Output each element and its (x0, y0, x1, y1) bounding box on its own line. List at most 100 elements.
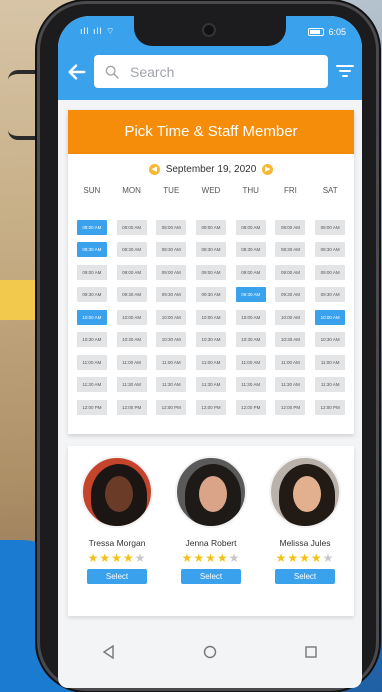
time-slot[interactable]: 08:30 AM (156, 242, 187, 258)
time-slot[interactable]: 09:00 AM (76, 264, 107, 280)
time-slot[interactable]: 10:00 AM (235, 309, 266, 325)
time-slot[interactable]: 08:00 AM (196, 219, 227, 235)
time-slot-cell: 11:00 AM (271, 354, 311, 370)
time-slot-cell: 11:30 AM (191, 377, 231, 393)
time-slot[interactable]: 11:30 AM (275, 377, 306, 393)
time-slot-cell: 08:30 AM (72, 242, 112, 258)
time-slot[interactable]: 11:30 AM (156, 377, 187, 393)
time-slot[interactable]: 10:00 AM (196, 309, 227, 325)
time-slot-cell: 08:30 AM (151, 242, 191, 258)
time-slot[interactable]: 10:00 AM (275, 309, 306, 325)
time-slot[interactable]: 10:30 AM (235, 332, 266, 348)
search-input[interactable]: Search (94, 55, 328, 88)
select-staff-button[interactable]: Select (275, 569, 335, 584)
time-slot[interactable]: 11:00 AM (196, 354, 227, 370)
time-slot[interactable]: 11:30 AM (315, 377, 346, 393)
time-slot[interactable]: 11:30 AM (116, 377, 147, 393)
time-slot[interactable]: 09:00 AM (235, 264, 266, 280)
time-slot[interactable]: 12:00 PM (196, 399, 227, 415)
avatar[interactable] (81, 456, 153, 528)
time-slot[interactable]: 10:00 AM (315, 309, 346, 325)
nav-back-icon[interactable] (99, 642, 119, 662)
time-slot[interactable]: 11:00 AM (235, 354, 266, 370)
time-slot[interactable]: 12:00 PM (76, 399, 107, 415)
back-arrow-icon[interactable] (66, 61, 88, 83)
weekday-label: THU (242, 186, 259, 195)
time-slot[interactable]: 10:30 AM (196, 332, 227, 348)
time-slot[interactable]: 09:00 AM (275, 264, 306, 280)
time-slot-cell: 12:00 PM (151, 399, 191, 415)
search-placeholder: Search (130, 63, 175, 80)
time-slot[interactable]: 10:30 AM (156, 332, 187, 348)
time-slot[interactable]: 08:30 AM (235, 242, 266, 258)
time-slot-cell: 10:00 AM (191, 309, 231, 325)
time-slot[interactable]: 12:00 PM (235, 399, 266, 415)
time-slot[interactable]: 09:30 AM (116, 287, 147, 303)
time-slot[interactable]: 10:00 AM (116, 309, 147, 325)
time-slot[interactable]: 08:30 AM (315, 242, 346, 258)
rating-stars: ★★★★★ (166, 551, 256, 565)
avatar-face (293, 476, 321, 512)
time-slot[interactable]: 11:30 AM (196, 377, 227, 393)
time-slot[interactable]: 08:00 AM (315, 219, 346, 235)
staff-member: Jenna Robert ★★★★★ Select (166, 456, 256, 584)
nav-recents-icon[interactable] (301, 642, 321, 662)
time-slot[interactable]: 10:00 AM (76, 309, 107, 325)
time-slot[interactable]: 10:00 AM (156, 309, 187, 325)
time-slot[interactable]: 08:30 AM (196, 242, 227, 258)
time-slot[interactable]: 10:30 AM (116, 332, 147, 348)
time-slot-cell: 09:30 AM (271, 287, 311, 303)
prev-date-button[interactable]: ◀ (148, 163, 160, 175)
filter-icon[interactable] (336, 64, 354, 78)
select-staff-button[interactable]: Select (181, 569, 241, 584)
time-slot[interactable]: 12:00 PM (116, 399, 147, 415)
time-slot[interactable]: 11:30 AM (235, 377, 266, 393)
time-slot-cell: 12:00 PM (231, 399, 271, 415)
time-slot[interactable]: 11:00 AM (76, 354, 107, 370)
time-slot[interactable]: 08:00 AM (76, 219, 107, 235)
time-slot[interactable]: 10:30 AM (315, 332, 346, 348)
staff-list: Tressa Morgan ★★★★★ Select Jenna Robert … (68, 446, 354, 616)
time-slot[interactable]: 08:30 AM (116, 242, 147, 258)
time-slot[interactable]: 08:30 AM (275, 242, 306, 258)
time-slot[interactable]: 08:00 AM (235, 219, 266, 235)
time-slot[interactable]: 08:30 AM (76, 242, 107, 258)
time-slot[interactable]: 12:00 PM (156, 399, 187, 415)
time-slot[interactable]: 09:30 AM (76, 287, 107, 303)
time-slot[interactable]: 08:00 AM (275, 219, 306, 235)
star-filled-icon: ★ (299, 551, 311, 565)
avatar[interactable] (269, 456, 341, 528)
time-slot[interactable]: 11:30 AM (76, 377, 107, 393)
nav-home-icon[interactable] (200, 642, 220, 662)
time-slot[interactable]: 08:00 AM (156, 219, 187, 235)
weekday-header: SUN MON TUE WED THU FRI SAT (72, 186, 350, 195)
time-slot-grid: 08:00 AM 08:00 AM 08:00 AM 08:00 AM 08:00 AM… (72, 216, 350, 419)
time-slot[interactable]: 08:00 AM (116, 219, 147, 235)
time-slot[interactable]: 09:30 AM (156, 287, 187, 303)
next-date-button[interactable]: ▶ (262, 163, 274, 175)
weekday-label: MON (122, 186, 141, 195)
star-filled-icon: ★ (310, 551, 323, 565)
time-slot[interactable]: 12:00 PM (275, 399, 306, 415)
time-slot[interactable]: 11:00 AM (315, 354, 346, 370)
time-slot[interactable]: 11:00 AM (116, 354, 147, 370)
time-slot[interactable]: 09:30 AM (235, 287, 266, 303)
time-slot[interactable]: 11:00 AM (275, 354, 306, 370)
select-staff-button[interactable]: Select (87, 569, 147, 584)
time-slot[interactable]: 09:30 AM (275, 287, 306, 303)
avatar[interactable] (175, 456, 247, 528)
time-slot[interactable]: 09:00 AM (315, 264, 346, 280)
time-slot[interactable]: 11:00 AM (156, 354, 187, 370)
time-slot-cell: 11:30 AM (310, 377, 350, 393)
time-slot[interactable]: 09:00 AM (156, 264, 187, 280)
time-slot[interactable]: 12:00 PM (315, 399, 346, 415)
time-slot[interactable]: 09:00 AM (116, 264, 147, 280)
time-slot-row: 09:30 AM 09:30 AM 09:30 AM 09:30 AM 09:30 AM… (72, 284, 350, 307)
time-slot[interactable]: 10:30 AM (76, 332, 107, 348)
time-slot[interactable]: 09:00 AM (196, 264, 227, 280)
time-slot[interactable]: 09:30 AM (196, 287, 227, 303)
time-slot[interactable]: 09:30 AM (315, 287, 346, 303)
time-slot-cell: 10:00 AM (231, 309, 271, 325)
time-slot[interactable]: 10:30 AM (275, 332, 306, 348)
time-slot-cell: 11:00 AM (191, 354, 231, 370)
